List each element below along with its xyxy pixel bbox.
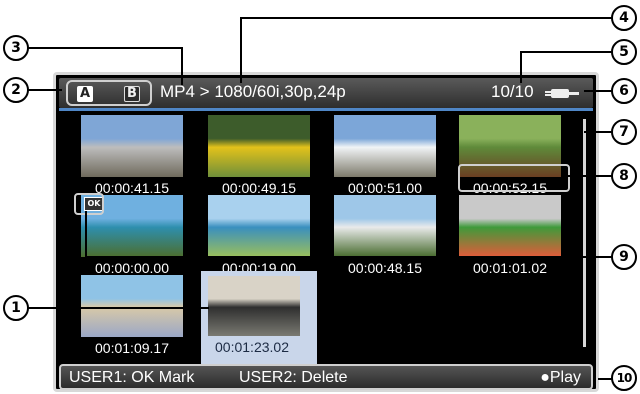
callout-10: 10: [611, 365, 637, 391]
clip-thumbnail[interactable]: 00:00:52.15: [459, 115, 561, 207]
leader-line-9b: [85, 211, 87, 257]
callout-9: 9: [611, 244, 637, 270]
leader-line-4b: [240, 17, 242, 83]
callout-2: 2: [3, 77, 29, 103]
clip-timecode: 00:01:01.02: [473, 260, 547, 276]
ok-mark-highlight-frame: [74, 193, 104, 215]
media-slot-indicator: A B: [66, 80, 152, 106]
cat-image: [208, 276, 300, 336]
leader-line-3a: [26, 47, 182, 49]
divider-line: [59, 108, 593, 111]
slot-b-icon[interactable]: B: [124, 86, 140, 102]
clip-timecode: 00:00:49.15: [222, 180, 296, 196]
scrollbar[interactable]: [583, 119, 586, 347]
leader-line-9a: [85, 256, 612, 258]
clip-thumbnail[interactable]: 00:00:48.15: [334, 195, 436, 287]
lighthouse-image: [334, 195, 436, 257]
clip-counter: 10/10: [491, 82, 534, 101]
leader-line-1: [26, 307, 209, 309]
clip-timecode: 00:01:09.17: [95, 340, 169, 356]
leader-line-8: [567, 175, 612, 177]
callout-5: 5: [611, 39, 637, 65]
callout-1: 1: [3, 295, 29, 321]
callout-8: 8: [611, 163, 637, 189]
callout-3: 3: [3, 35, 29, 61]
parrot-image: [459, 195, 561, 257]
mountain-road-image: [334, 115, 436, 177]
leader-line-7: [584, 131, 612, 133]
clip-thumbnail[interactable]: 00:00:51.00: [334, 115, 436, 207]
clip-timecode: 00:00:00.00: [95, 260, 169, 276]
leader-line-5a: [520, 51, 612, 53]
leader-line-10: [598, 378, 612, 380]
clip-thumbnail[interactable]: 00:01:09.17: [81, 275, 183, 367]
clip-timecode: 00:00:48.15: [348, 260, 422, 276]
leader-line-4a: [240, 17, 612, 19]
slot-a-icon[interactable]: A: [77, 86, 93, 102]
clip-browser-screen: A B MP4 > 1080/60i,30p,24p 10/10 00:00:4…: [53, 72, 599, 392]
format-path: MP4 > 1080/60i,30p,24p: [160, 82, 346, 101]
clip-thumbnail[interactable]: 00:00:49.15: [208, 115, 310, 207]
cathedral-image: [81, 115, 183, 177]
clip-timecode: 00:01:23.02: [215, 339, 289, 355]
operation-guide-bar: USER1: OK Mark USER2: Delete ●Play: [59, 364, 593, 390]
dc-power-icon: [545, 89, 579, 98]
timecode-highlight-frame: [458, 164, 570, 192]
callout-7: 7: [611, 119, 637, 145]
user1-guide: USER1: OK Mark: [69, 369, 195, 386]
leader-line-2: [26, 89, 62, 91]
leader-line-5b: [520, 51, 522, 83]
callout-6: 6: [611, 78, 637, 104]
yellow-flowers-image: [208, 115, 310, 177]
callout-4: 4: [611, 5, 637, 31]
leader-line-6: [584, 90, 612, 92]
clip-thumbnail[interactable]: 00:01:01.02: [459, 195, 561, 287]
leader-line-3b: [181, 47, 183, 85]
dog-on-beach-image: [81, 275, 183, 337]
user2-guide: USER2: Delete: [239, 369, 348, 386]
status-bar: A B MP4 > 1080/60i,30p,24p 10/10: [59, 78, 593, 108]
clip-thumbnail[interactable]: 00:01:23.02: [201, 271, 317, 369]
play-guide: ●Play: [540, 369, 581, 386]
beach-horizon-image: [208, 195, 310, 257]
clip-timecode: 00:00:51.00: [348, 180, 422, 196]
